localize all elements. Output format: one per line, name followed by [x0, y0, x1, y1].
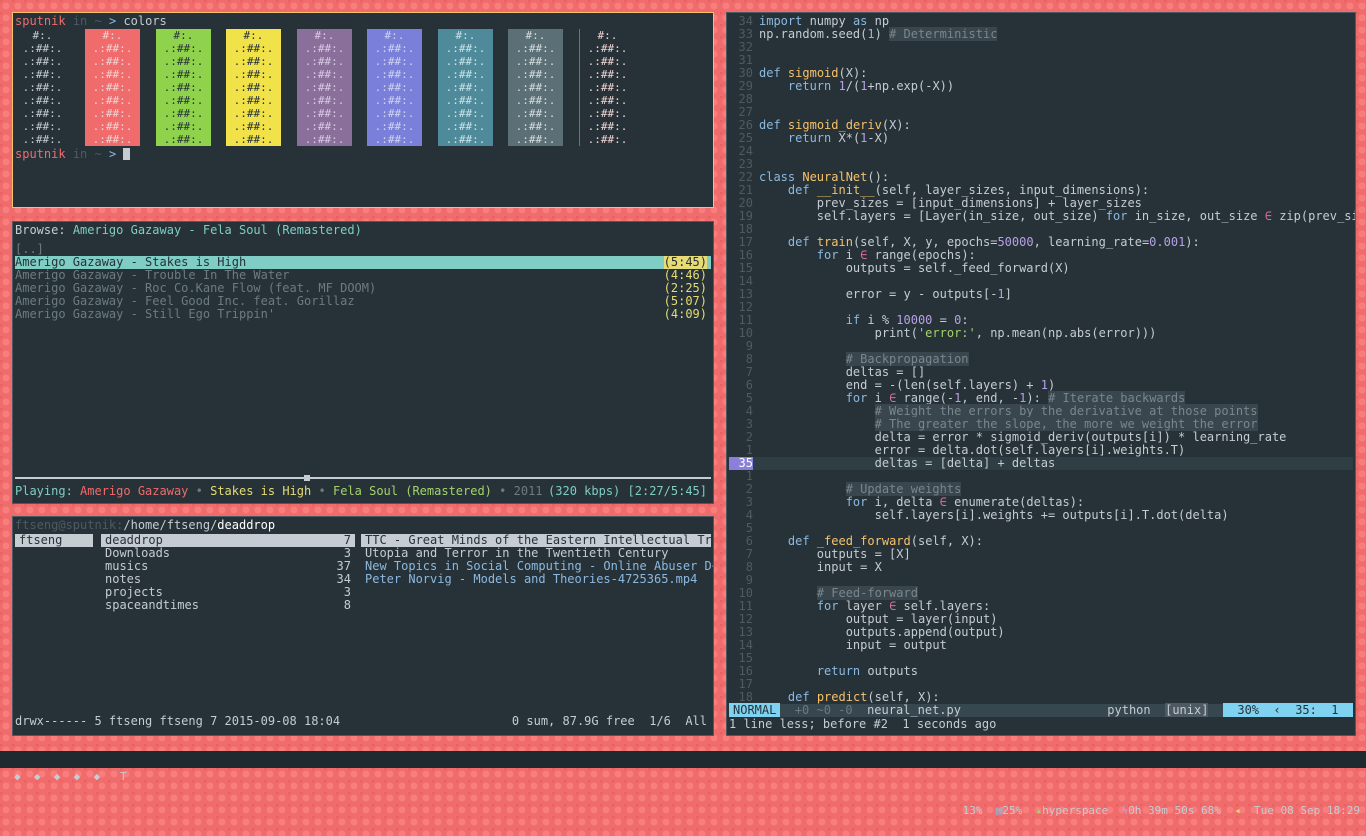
parent-column: ftseng	[15, 534, 93, 547]
prompt-line: sputnik in ~ > colors	[15, 14, 167, 28]
color-swatch: #:. .:##:. .:##:. .:##:. .:##:. .:##:. .…	[85, 29, 140, 146]
track-row[interactable]: Amerigo Gazaway - Still Ego Trippin' (4:0…	[15, 308, 711, 321]
preview-column: TTC - Great Minds of the Eastern Intelle…	[361, 534, 713, 586]
color-swatch: #:. .:##:. .:##:. .:##:. .:##:. .:##:. .…	[226, 29, 281, 146]
color-swatch: #:. .:##:. .:##:. .:##:. .:##:. .:##:. .…	[367, 29, 422, 146]
file-manager[interactable]: ftseng@sputnik:/home/ftseng/deaddrop fts…	[12, 516, 714, 736]
music-player[interactable]: Browse: Amerigo Gazaway - Fela Soul (Rem…	[12, 221, 714, 504]
track-list: Amerigo Gazaway - Stakes is High (5:45) Am…	[15, 256, 711, 321]
vim-message: 1 line less; before #2 1 seconds ago	[729, 717, 997, 731]
browse-header: Browse: Amerigo Gazaway - Fela Soul (Rem…	[15, 223, 362, 237]
current-column: deaddrop 7 Downloads 3 musics 37 notes 34 projec…	[101, 534, 355, 612]
color-swatch: #:. .:##:. .:##:. .:##:. .:##:. .:##:. .…	[156, 29, 211, 146]
dir-name: deaddrop	[105, 533, 163, 547]
prompt-line-2[interactable]: sputnik in ~ >	[15, 148, 711, 161]
vim-editor[interactable]: 34 import numpy as np 33 np.random.seed(1)…	[726, 12, 1356, 736]
path-bar: ftseng@sputnik:/home/ftseng/deaddrop	[15, 518, 276, 532]
dir-name: projects	[105, 585, 163, 599]
now-playing: Playing: Amerigo Gazaway • Stakes is Hig…	[15, 484, 707, 498]
system-bar: ◆ ◆ ◆ ◆ ◆ T ♥13% ▤25% ▴hyperspace ϟ0h 39…	[0, 751, 1366, 817]
heart-icon: ♥	[955, 804, 963, 817]
dir-name: Downloads	[105, 546, 171, 560]
color-swatch: #:. .:##:. .:##:. .:##:. .:##:. .:##:. .…	[438, 29, 493, 146]
vim-statusline: NORMAL +0 ~0 -0 neural_net.py python [uni…	[729, 703, 1353, 717]
track-title: Amerigo Gazaway - Roc Co.Kane Flow (feat…	[15, 281, 377, 295]
volume-icon: ◂	[1234, 804, 1241, 817]
vim-mode: NORMAL	[729, 703, 781, 717]
track-duration: (4:09)	[663, 307, 707, 321]
color-swatches: #:. .:##:. .:##:. .:##:. .:##:. .:##:. .…	[15, 29, 711, 146]
track-title: Amerigo Gazaway - Trouble In The Water	[15, 268, 290, 282]
workspace-indicators[interactable]: ◆ ◆ ◆ ◆ ◆ T	[14, 768, 127, 785]
ranger-status: drwx------ 5 ftseng ftseng 7 2015-09-08 …	[15, 714, 707, 728]
color-swatch: #:. .:##:. .:##:. .:##:. .:##:. .:##:. .…	[580, 29, 635, 146]
seek-bar[interactable]	[15, 475, 711, 481]
dir-count: 8	[343, 598, 351, 612]
code-buffer[interactable]: 34 import numpy as np 33 np.random.seed(1)…	[729, 15, 1355, 704]
battery-icon: ϟ	[1121, 804, 1129, 817]
color-swatch: #:. .:##:. .:##:. .:##:. .:##:. .:##:. .…	[297, 29, 352, 146]
memory-icon: ▤	[995, 804, 1003, 817]
color-swatch: #:. .:##:. .:##:. .:##:. .:##:. .:##:. .…	[15, 29, 70, 146]
color-swatch: #:. .:##:. .:##:. .:##:. .:##:. .:##:. .…	[508, 29, 563, 146]
dir-name: musics	[105, 559, 149, 573]
track-title: Amerigo Gazaway - Stakes is High	[15, 255, 247, 269]
seek-knob[interactable]	[304, 475, 311, 481]
text-cursor	[123, 148, 131, 160]
preview-entry[interactable]: Peter Norvig - Models and Theories-47253…	[361, 573, 711, 586]
colors-terminal[interactable]: sputnik in ~ > colors #:. .:##:. .:##:. …	[12, 12, 714, 208]
wifi-icon: ▴	[1035, 804, 1043, 817]
parent-dir-entry[interactable]: ftseng	[15, 534, 93, 547]
track-title: Amerigo Gazaway - Still Ego Trippin'	[15, 307, 276, 321]
dir-name: spaceandtimes	[105, 598, 199, 612]
dir-entry[interactable]: spaceandtimes 8	[101, 599, 355, 612]
track-title: Amerigo Gazaway - Feel Good Inc. feat. G…	[15, 294, 355, 308]
dir-name: notes	[105, 572, 142, 586]
